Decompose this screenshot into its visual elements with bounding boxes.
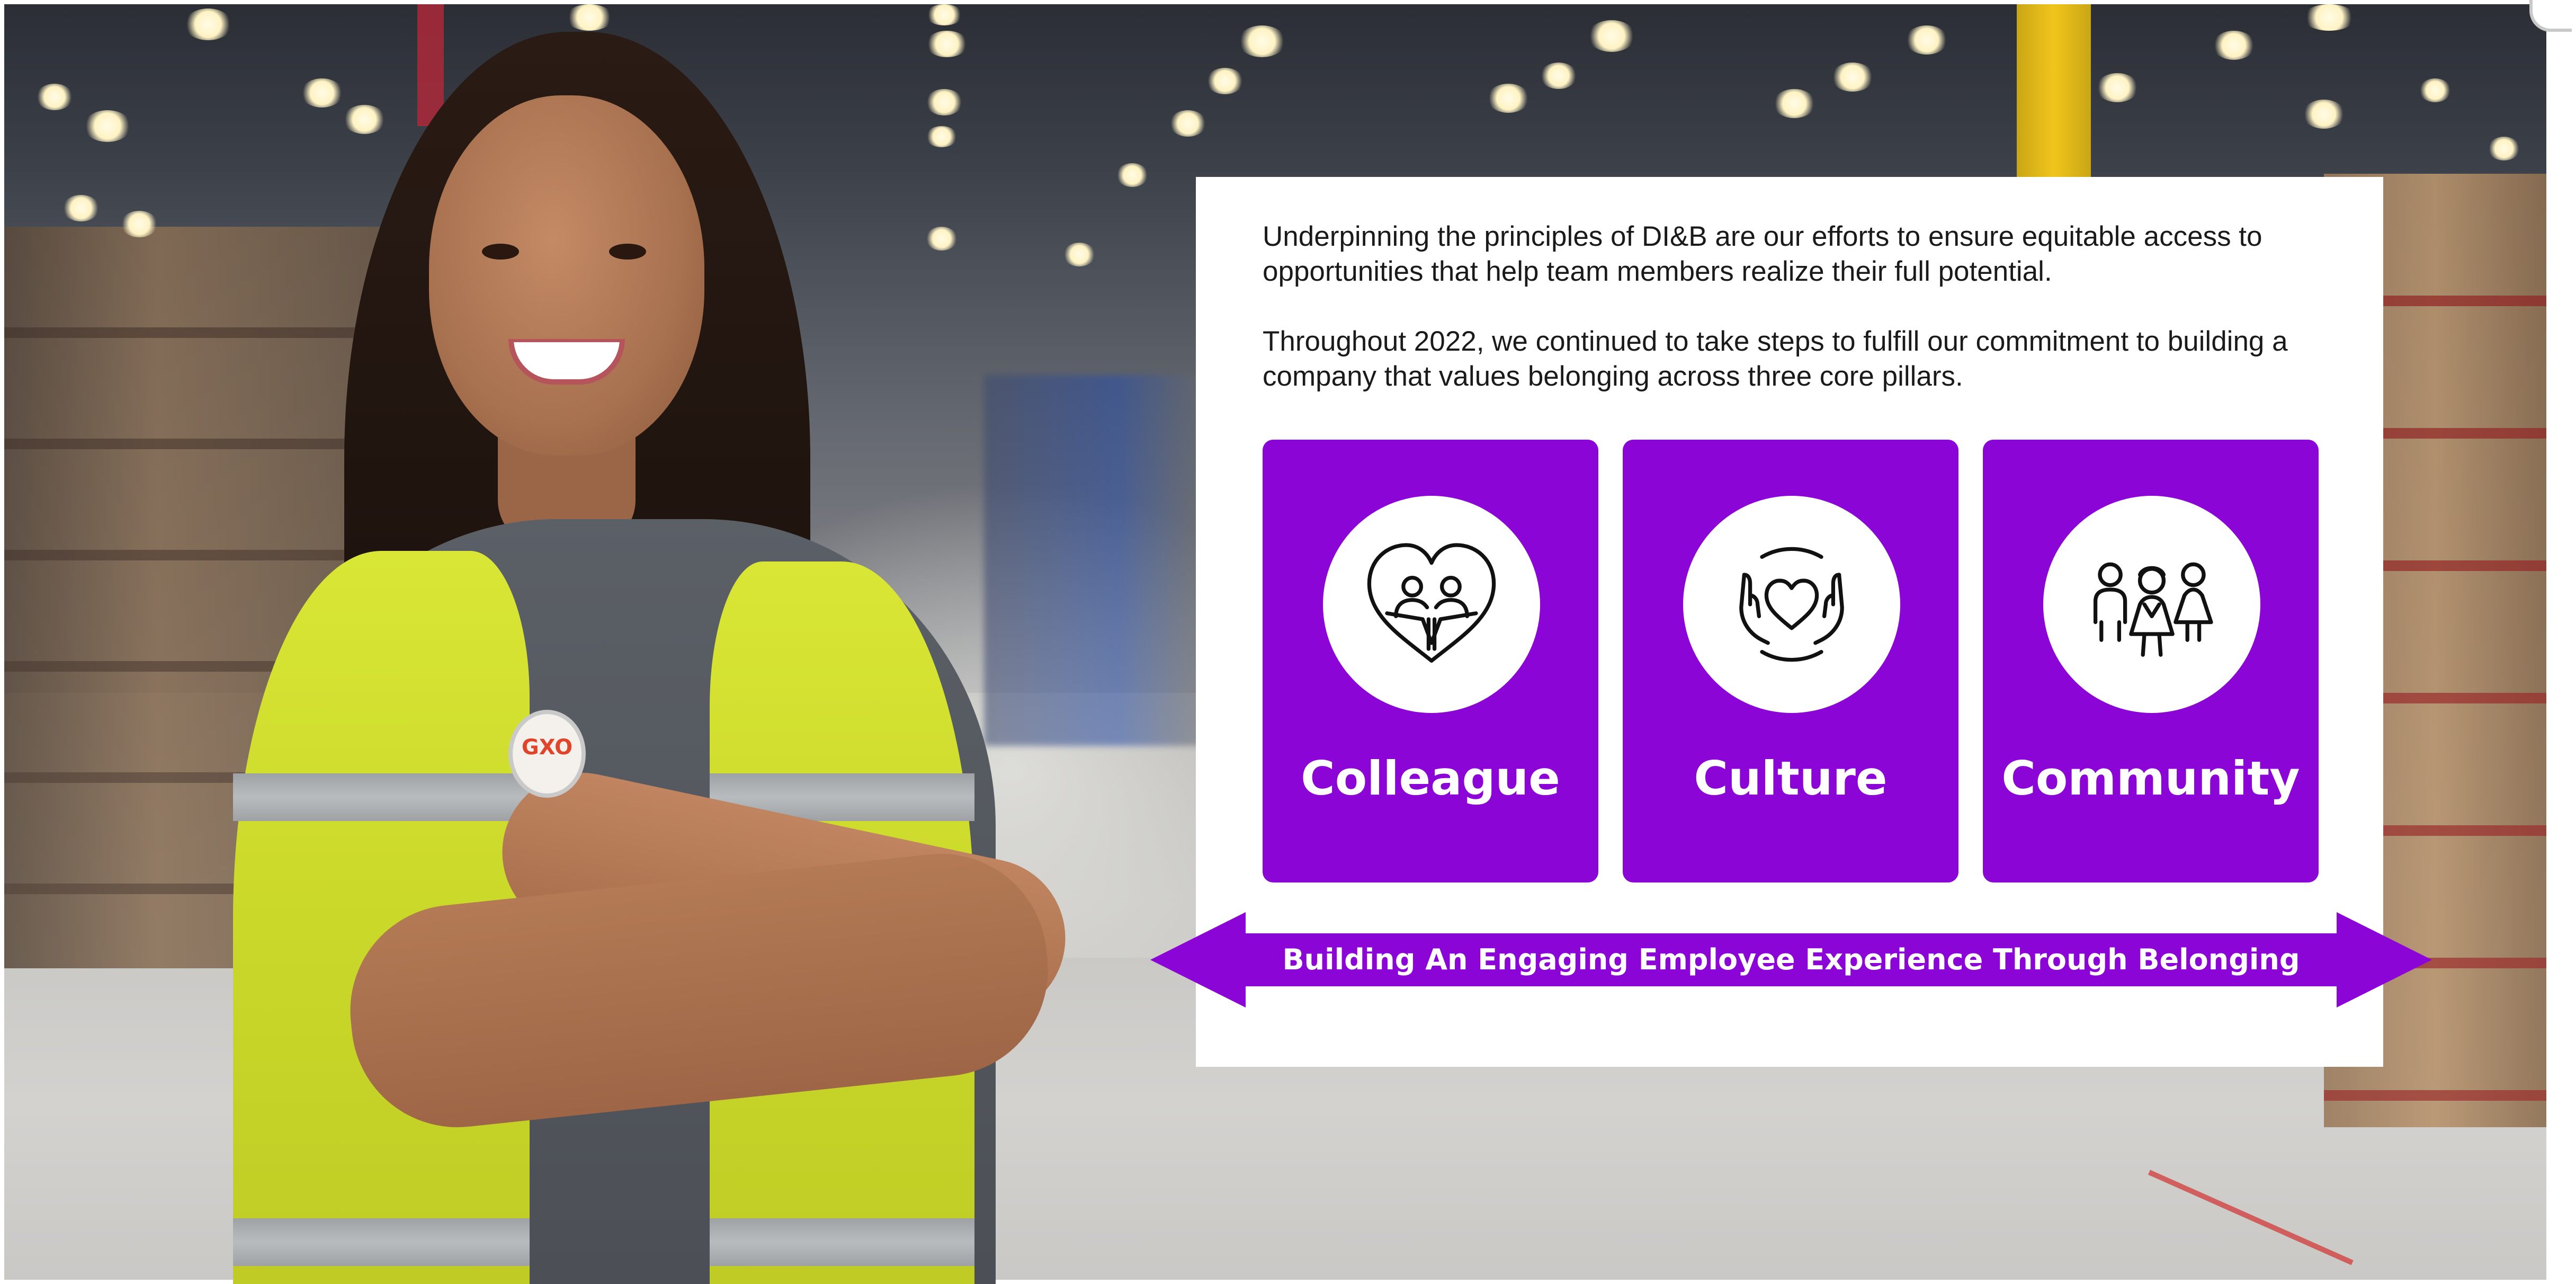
ceiling-light xyxy=(1588,20,1635,52)
belonging-banner: Building An Engaging Employee Experience… xyxy=(1150,912,2432,1007)
ceiling-light xyxy=(2303,100,2345,129)
yellow-column xyxy=(2017,4,2091,184)
id-badge: GXO xyxy=(508,710,586,798)
ceiling-light xyxy=(1169,110,1206,137)
employee-photo: GXO xyxy=(201,21,1080,1284)
pillar-label: Culture xyxy=(1694,751,1888,806)
ceiling-light xyxy=(2096,73,2139,102)
ceiling-light xyxy=(1906,25,1948,55)
pillar-culture: Culture xyxy=(1623,440,1958,882)
badge-logo-text: GXO xyxy=(521,735,573,760)
ceiling-light xyxy=(1487,84,1529,113)
reflective-stripe xyxy=(710,1218,974,1266)
ceiling-light xyxy=(2419,78,2451,102)
page: GXO Underpinning the principles of DI&B … xyxy=(0,0,2576,1284)
reflective-stripe xyxy=(233,773,530,821)
ceiling-light xyxy=(2213,31,2255,60)
pillar-icon-circle xyxy=(1323,496,1540,713)
ceiling-light xyxy=(2488,137,2520,160)
intro-paragraph-2: Throughout 2022, we continued to take st… xyxy=(1263,326,2288,392)
intro-paragraph-1: Underpinning the principles of DI&B are … xyxy=(1263,221,2262,287)
ceiling-light xyxy=(84,110,131,142)
ceiling-light xyxy=(121,211,158,237)
eye xyxy=(609,244,646,260)
ceiling-light xyxy=(1116,163,1148,187)
ceiling-light xyxy=(1831,63,1874,92)
ceiling-light xyxy=(2303,4,2356,31)
heart-people-icon xyxy=(1367,543,1496,663)
pillar-community: Community xyxy=(1983,440,2319,882)
hands-heart-icon xyxy=(1739,547,1844,662)
ceiling-light xyxy=(1773,89,1815,118)
ceiling-light xyxy=(62,195,100,221)
face xyxy=(429,95,704,456)
ceiling-light xyxy=(36,84,73,110)
pillar-colleague: Colleague xyxy=(1263,440,1598,882)
pillar-label: Colleague xyxy=(1301,751,1560,806)
banner-text: Building An Engaging Employee Experience… xyxy=(1282,943,2300,976)
ceiling-light xyxy=(1540,63,1577,89)
eye xyxy=(482,244,519,260)
ceiling-light xyxy=(1206,68,1244,94)
pillar-icon-circle xyxy=(1683,496,1900,713)
group-people-icon xyxy=(2093,562,2213,657)
ceiling-light xyxy=(1238,25,1286,57)
pillar-label: Community xyxy=(2001,751,2300,806)
reflective-stripe xyxy=(233,1218,530,1266)
pillar-icon-circle xyxy=(2043,496,2260,713)
